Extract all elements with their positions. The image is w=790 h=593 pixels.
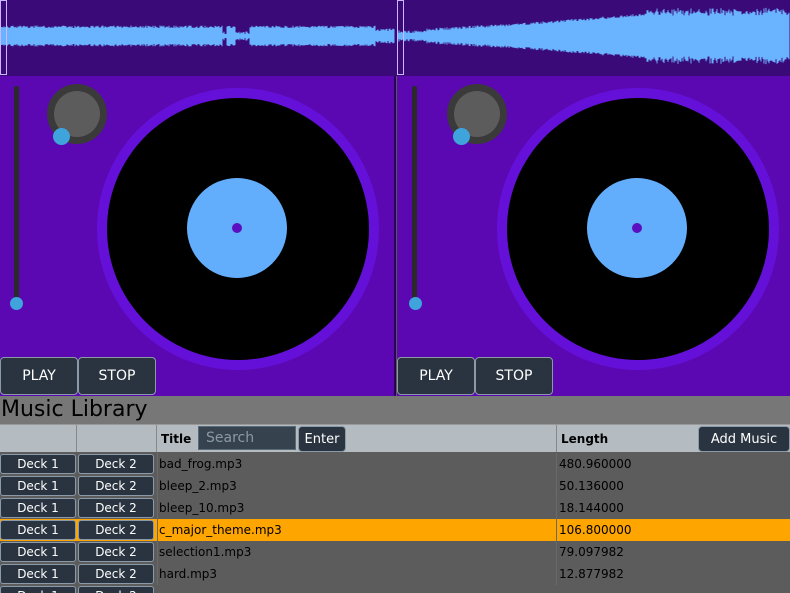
add-music-button[interactable]: Add Music [698, 426, 790, 452]
table-row[interactable]: Deck 1 Deck 2 bleep_10.mp3 18.144000 [0, 497, 790, 519]
table-row[interactable]: Deck 1 Deck 2 bad_frog.mp3 480.960000 [0, 453, 790, 475]
track-length: 12.877982 [559, 567, 624, 581]
row-divider [556, 563, 557, 585]
load-deck-1-button[interactable]: Deck 1 [0, 564, 76, 584]
track-title: bleep_2.mp3 [159, 479, 237, 493]
record-spindle-deck-1 [232, 223, 242, 233]
stop-button-deck-2[interactable]: STOP [475, 357, 553, 395]
row-divider [556, 453, 557, 475]
load-deck-1-button[interactable]: Deck 1 [0, 542, 76, 562]
track-title: hard.mp3 [159, 567, 217, 581]
row-divider [556, 519, 557, 541]
load-deck-2-button[interactable]: Deck 2 [78, 564, 154, 584]
play-button-deck-1[interactable]: PLAY [0, 357, 78, 395]
waveform-deck-1[interactable] [0, 0, 395, 76]
table-row[interactable]: Deck 1 Deck 2 selection1.mp3 79.097982 [0, 541, 790, 563]
row-divider [157, 541, 158, 563]
column-title-label: Title [161, 432, 191, 446]
deck-2: PLAY STOP [397, 76, 790, 396]
track-title: c_major_theme.mp3 [159, 523, 282, 537]
table-row[interactable]: Deck 1Deck 2 [0, 585, 790, 593]
track-list: Deck 1 Deck 2 bad_frog.mp3 480.960000 Deck 1… [0, 452, 790, 593]
library-table-header: Title Enter Length Add Music [0, 424, 790, 452]
track-title: bad_frog.mp3 [159, 457, 242, 471]
volume-slider-thumb-deck-1[interactable] [10, 297, 23, 310]
row-divider [157, 453, 158, 475]
row-divider [556, 497, 557, 519]
volume-slider-thumb-deck-2[interactable] [409, 297, 422, 310]
load-deck-2-button[interactable]: Deck 2 [78, 454, 154, 474]
deck-1: PLAY STOP [0, 76, 396, 396]
table-row[interactable]: Deck 1 Deck 2 c_major_theme.mp3 106.800000 [0, 519, 790, 541]
track-length: 106.800000 [559, 523, 632, 537]
row-divider [556, 475, 557, 497]
row-divider [157, 497, 158, 519]
waveform-path [0, 26, 394, 47]
playhead-deck-1[interactable] [0, 0, 7, 75]
row-divider [556, 541, 557, 563]
load-deck-2-button[interactable]: Deck 2 [78, 498, 154, 518]
load-deck-1-button[interactable]: Deck 1 [0, 476, 76, 496]
search-enter-button[interactable]: Enter [298, 426, 346, 452]
track-title: bleep_10.mp3 [159, 501, 244, 515]
volume-slider-deck-1[interactable] [14, 86, 19, 306]
library-title: Music Library [0, 396, 790, 424]
header-deck1-column [0, 425, 77, 452]
track-length: 79.097982 [559, 545, 624, 559]
speed-knob-indicator-deck-2[interactable] [453, 128, 470, 145]
load-deck-1-button[interactable]: Deck 1 [0, 520, 76, 540]
music-library: Music Library Title Enter Length Add Mus… [0, 396, 790, 593]
row-divider [157, 519, 158, 541]
volume-slider-deck-2[interactable] [412, 86, 417, 306]
playhead-deck-2[interactable] [397, 0, 404, 75]
table-row[interactable]: Deck 1 Deck 2 hard.mp3 12.877982 [0, 563, 790, 585]
stop-button-deck-1[interactable]: STOP [78, 357, 156, 395]
track-title: selection1.mp3 [159, 545, 251, 559]
search-input[interactable] [198, 426, 296, 450]
track-length: 480.960000 [559, 457, 632, 471]
speed-knob-indicator-deck-1[interactable] [53, 128, 70, 145]
load-deck-1-button[interactable]: Deck 1 [0, 454, 76, 474]
track-length: 18.144000 [559, 501, 624, 515]
column-length-label: Length [561, 432, 608, 446]
waveform-right-svg [397, 0, 790, 76]
load-deck-2-button[interactable]: Deck 2 [78, 542, 154, 562]
library-title-bar: Music Library [0, 396, 790, 424]
row-divider [157, 563, 158, 585]
header-deck2-column [77, 425, 157, 452]
waveform-path [397, 8, 789, 64]
track-length: 50.136000 [559, 479, 624, 493]
play-button-deck-2[interactable]: PLAY [397, 357, 475, 395]
table-row[interactable]: Deck 1 Deck 2 bleep_2.mp3 50.136000 [0, 475, 790, 497]
load-deck-1-button[interactable]: Deck 1 [0, 586, 76, 593]
waveform-strip [0, 0, 790, 76]
load-deck-2-button[interactable]: Deck 2 [78, 586, 154, 593]
waveform-left-svg [0, 0, 395, 76]
load-deck-1-button[interactable]: Deck 1 [0, 498, 76, 518]
record-spindle-deck-2 [632, 223, 642, 233]
load-deck-2-button[interactable]: Deck 2 [78, 520, 154, 540]
load-deck-2-button[interactable]: Deck 2 [78, 476, 154, 496]
waveform-deck-2[interactable] [397, 0, 790, 76]
row-divider [157, 475, 158, 497]
